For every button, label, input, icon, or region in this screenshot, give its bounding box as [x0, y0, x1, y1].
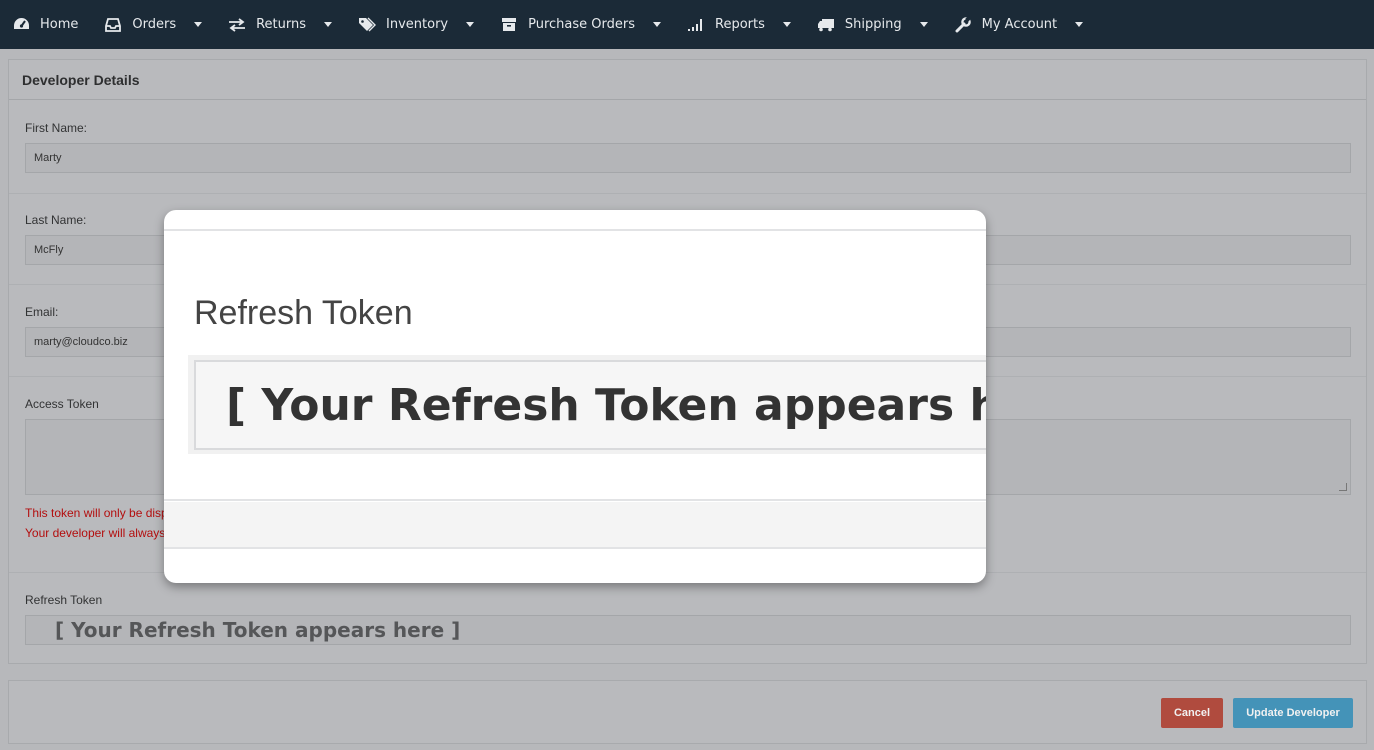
nav-label: Home — [40, 17, 79, 32]
chevron-down-icon[interactable] — [194, 22, 203, 27]
refresh-token-modal: Refresh Token [ Your Refresh Token appea… — [164, 210, 986, 583]
nav-label: Reports — [715, 17, 765, 32]
truck-icon — [817, 16, 835, 34]
nav-item-returns[interactable]: Returns — [228, 0, 333, 49]
chevron-down-icon[interactable] — [324, 22, 333, 27]
chevron-down-icon[interactable] — [653, 22, 662, 27]
chevron-down-icon[interactable] — [466, 22, 475, 27]
cancel-button[interactable]: Cancel — [1161, 698, 1223, 728]
refresh-token-group: Refresh Token [ Your Refresh Token appea… — [25, 593, 1351, 645]
chevron-down-icon[interactable] — [919, 22, 928, 27]
modal-divider — [164, 499, 986, 501]
nav-item-orders[interactable]: Orders — [104, 0, 203, 49]
nav-item-home[interactable]: Home — [12, 0, 78, 49]
divider — [9, 193, 1366, 194]
signal-icon — [687, 16, 705, 34]
archive-icon — [500, 16, 518, 34]
exchange-icon — [228, 16, 246, 34]
chevron-down-icon[interactable] — [1075, 22, 1084, 27]
modal-title: Refresh Token — [194, 294, 413, 332]
panel-title: Developer Details — [9, 60, 1366, 100]
first-name-group: First Name: Marty — [25, 121, 1351, 173]
update-developer-button[interactable]: Update Developer — [1233, 698, 1353, 728]
nav-label: Purchase Orders — [528, 17, 636, 32]
nav-item-inventory[interactable]: Inventory — [358, 0, 475, 49]
first-name-label: First Name: — [25, 121, 88, 135]
nav-item-reports[interactable]: Reports — [687, 0, 791, 49]
refresh-token-label: Refresh Token — [25, 593, 103, 607]
top-nav: Home Orders Returns Inventory Purchase O… — [0, 0, 1374, 49]
modal-divider — [164, 229, 986, 231]
refresh-token-field[interactable]: [ Your Refresh Token appears here ] — [25, 615, 1351, 645]
modal-token-container: [ Your Refresh Token appears here ] — [188, 355, 986, 454]
form-actions: Cancel Update Developer — [8, 680, 1367, 744]
tags-icon — [358, 16, 377, 34]
modal-footer-band — [164, 502, 986, 548]
inbox-icon — [104, 16, 122, 34]
nav-label: My Account — [981, 17, 1058, 32]
nav-item-purchase-orders[interactable]: Purchase Orders — [500, 0, 662, 49]
first-name-field[interactable]: Marty — [25, 143, 1351, 173]
nav-item-my-account[interactable]: My Account — [954, 0, 1084, 49]
wrench-icon — [954, 16, 972, 34]
nav-label: Returns — [256, 17, 307, 32]
modal-divider — [164, 547, 986, 549]
nav-label: Inventory — [386, 17, 449, 32]
nav-label: Orders — [132, 17, 177, 32]
dashboard-icon — [12, 16, 30, 34]
resize-grip-icon[interactable] — [1339, 483, 1347, 491]
nav-label: Shipping — [844, 17, 902, 32]
nav-item-shipping[interactable]: Shipping — [817, 0, 928, 49]
modal-token-value[interactable]: [ Your Refresh Token appears here ] — [194, 360, 986, 450]
chevron-down-icon[interactable] — [782, 22, 791, 27]
